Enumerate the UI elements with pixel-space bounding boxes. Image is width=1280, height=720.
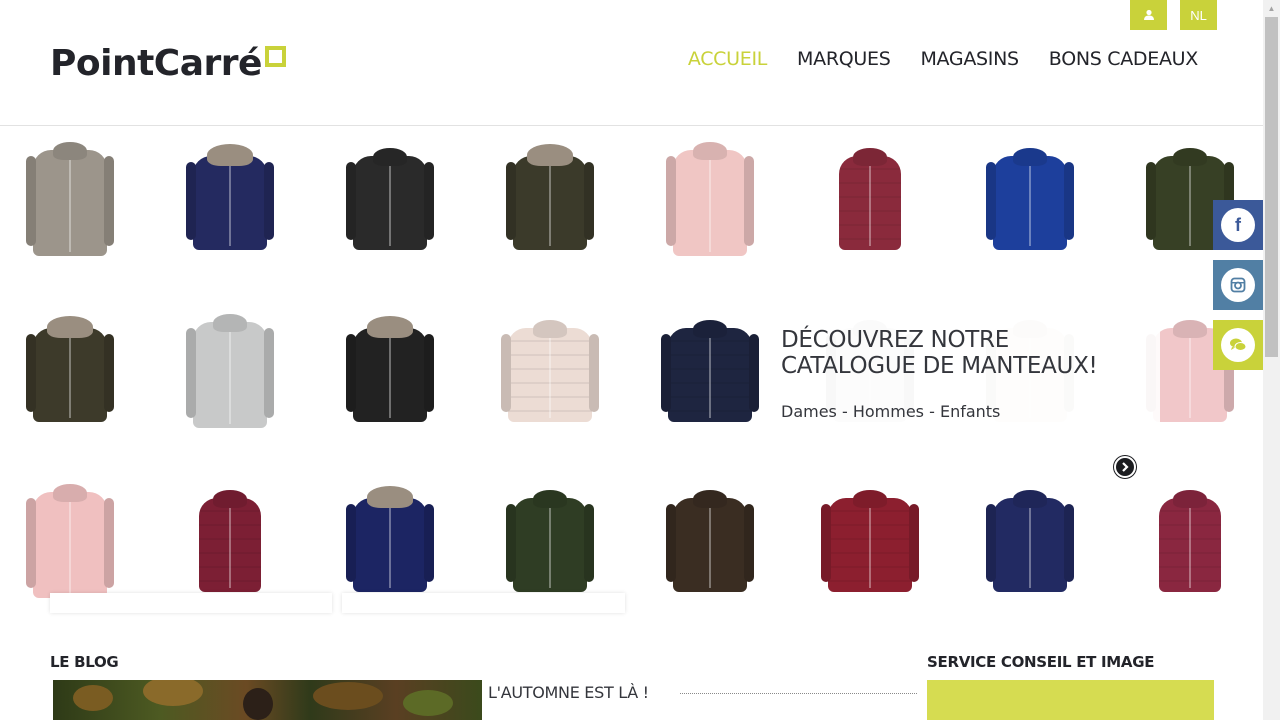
product-coat-image[interactable] xyxy=(790,127,950,283)
service-section-title: SERVICE CONSEIL ET IMAGE xyxy=(927,653,1155,671)
product-coat-image[interactable] xyxy=(630,127,790,283)
main-nav: ACCUEIL MARQUES MAGASINS BONS CADEAUX xyxy=(688,48,1198,70)
product-coat-image[interactable] xyxy=(150,127,310,283)
product-coat-image[interactable] xyxy=(1110,457,1263,612)
product-coat-image[interactable] xyxy=(950,457,1110,612)
user-icon xyxy=(1143,9,1154,20)
pointcarre-logo[interactable]: PointCarré xyxy=(50,44,286,84)
blog-post-title[interactable]: L'AUTOMNE EST LÀ ! xyxy=(488,683,649,702)
chat-button[interactable] xyxy=(1213,320,1263,370)
product-coat-image[interactable] xyxy=(310,127,470,283)
promo-title[interactable]: DÉCOUVREZ NOTRE CATALOGUE DE MANTEAUX! xyxy=(781,327,1141,379)
facebook-button[interactable]: f xyxy=(1213,200,1263,250)
promo-subtitle[interactable]: Dames - Hommes - Enfants xyxy=(781,402,1000,421)
product-coat-image[interactable] xyxy=(630,457,790,612)
scroll-up-arrow-icon[interactable]: ▲ xyxy=(1263,0,1280,17)
product-coat-image[interactable] xyxy=(790,457,950,612)
product-coat-image[interactable] xyxy=(950,127,1110,283)
blog-post-image[interactable] xyxy=(53,680,482,720)
product-coat-image[interactable] xyxy=(470,287,630,455)
hero-card-right xyxy=(342,593,625,613)
product-coat-image[interactable] xyxy=(0,127,150,283)
nav-item-magasins[interactable]: MAGASINS xyxy=(920,48,1019,70)
logo-text: PointCarré xyxy=(50,43,262,84)
account-button[interactable] xyxy=(1130,0,1167,30)
nav-item-bons-cadeaux[interactable]: BONS CADEAUX xyxy=(1049,48,1199,70)
language-button-nl[interactable]: NL xyxy=(1180,0,1217,30)
chat-icon xyxy=(1221,328,1255,362)
carousel-next-button[interactable] xyxy=(1114,456,1136,478)
product-coat-image[interactable] xyxy=(310,287,470,455)
page-scrollbar[interactable]: ▲ xyxy=(1263,0,1280,720)
chevron-right-icon xyxy=(1122,462,1129,472)
hero-card-left xyxy=(50,593,332,613)
nav-item-accueil[interactable]: ACCUEIL xyxy=(688,48,768,70)
service-banner[interactable] xyxy=(927,680,1214,720)
facebook-icon: f xyxy=(1221,208,1255,242)
logo-square-icon xyxy=(264,46,286,67)
site-header: PointCarré NL ACCUEIL MARQUES MAGASINS BONS… xyxy=(0,0,1263,126)
scrollbar-thumb[interactable] xyxy=(1265,17,1278,357)
product-coat-image[interactable] xyxy=(0,457,150,612)
product-coat-image[interactable] xyxy=(0,287,150,455)
instagram-button[interactable] xyxy=(1213,260,1263,310)
title-divider xyxy=(680,693,917,694)
blog-section-title: LE BLOG xyxy=(50,653,119,671)
product-coat-image[interactable] xyxy=(470,457,630,612)
product-coat-image[interactable] xyxy=(150,287,310,455)
product-coat-image[interactable] xyxy=(310,457,470,612)
nav-item-marques[interactable]: MARQUES xyxy=(797,48,891,70)
product-coat-image[interactable] xyxy=(150,457,310,612)
instagram-icon xyxy=(1221,268,1255,302)
product-coat-image[interactable] xyxy=(470,127,630,283)
